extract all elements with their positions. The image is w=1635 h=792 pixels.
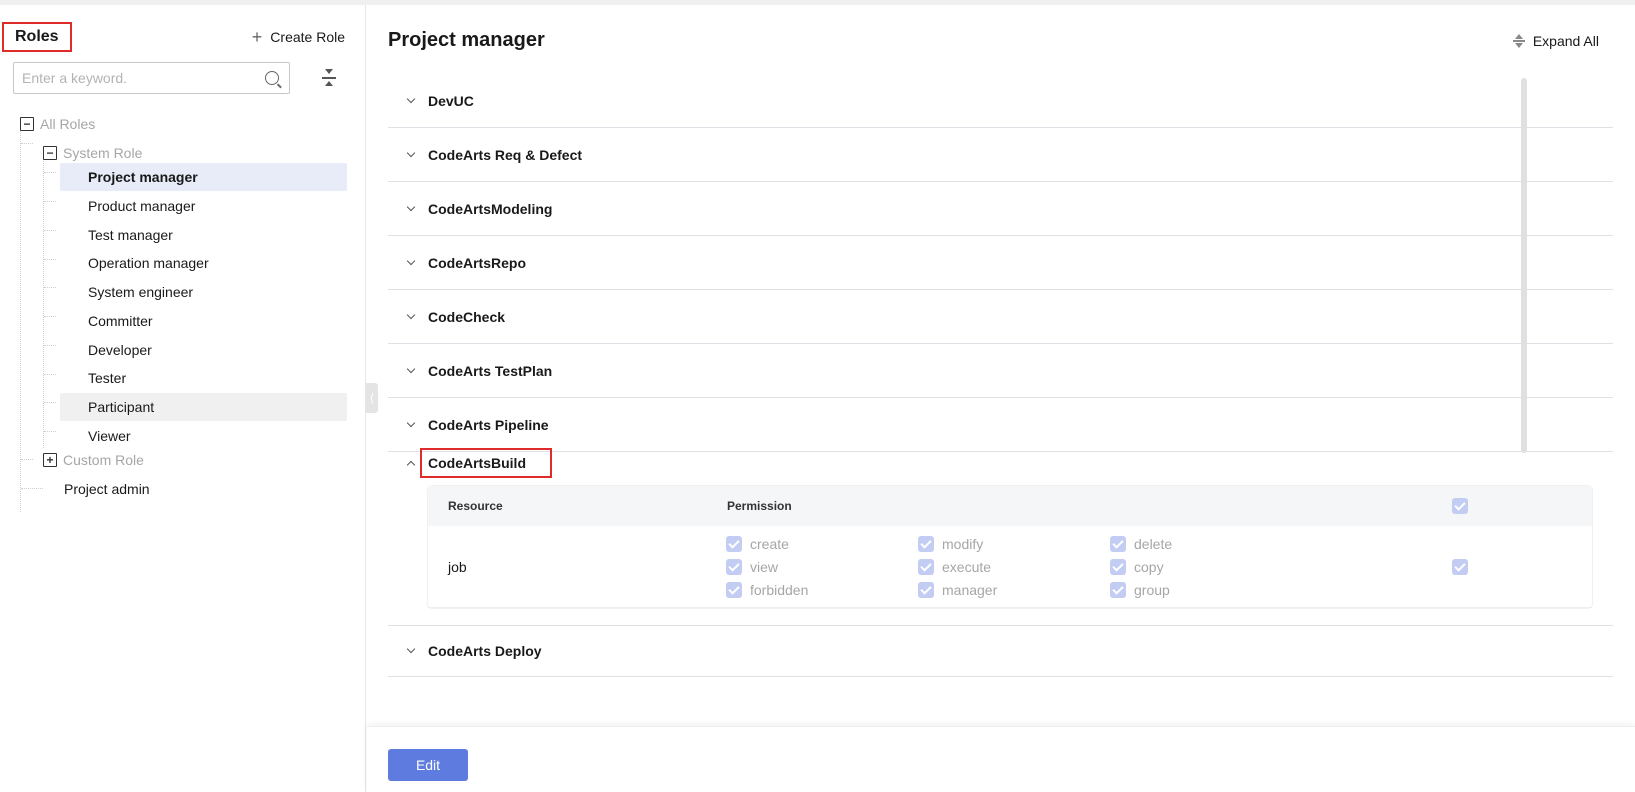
permission-checkbox-delete[interactable]: delete: [1110, 536, 1172, 552]
tree-node-label: Custom Role: [63, 452, 144, 468]
row-select-checkbox[interactable]: [1452, 559, 1476, 575]
chevron-down-icon: [406, 94, 416, 103]
collapse-node-icon[interactable]: −: [43, 146, 57, 160]
section-codeartsmodeling[interactable]: CodeArtsModeling: [388, 182, 1613, 236]
permission-table: Resource Permission job create modify de…: [428, 486, 1592, 608]
create-role-label: Create Role: [270, 29, 345, 45]
tree-line: [21, 488, 43, 489]
section-codearts-testplan[interactable]: CodeArts TestPlan: [388, 344, 1613, 398]
tree-line: [21, 143, 33, 144]
column-permission: Permission: [727, 499, 792, 513]
expand-node-icon[interactable]: +: [43, 453, 57, 467]
role-item-system-engineer[interactable]: System engineer: [60, 278, 347, 306]
search-input[interactable]: [22, 70, 262, 86]
section-title: CodeArtsRepo: [428, 254, 527, 271]
tree-line: [20, 128, 21, 512]
select-all-checkbox[interactable]: [1452, 498, 1476, 514]
search-box: [13, 62, 290, 94]
section-title: CodeArts TestPlan: [428, 362, 553, 379]
section-devuc[interactable]: DevUC: [388, 74, 1613, 128]
permission-checkbox-create[interactable]: create: [726, 536, 789, 552]
table-row: job create modify delete view execute co…: [428, 526, 1592, 608]
tree-line: [44, 172, 56, 173]
table-header: Resource Permission: [428, 486, 1592, 526]
chevron-down-icon: [406, 310, 416, 319]
tree-line: [44, 201, 56, 202]
chevron-down-icon: [406, 148, 416, 157]
role-item-product-manager[interactable]: Product manager: [60, 192, 347, 220]
tree-node-label: All Roles: [40, 116, 96, 132]
section-codeartsbuild[interactable]: CodeArtsBuild: [388, 448, 1613, 478]
section-title: CodeArtsBuild: [420, 448, 552, 478]
role-item-tester[interactable]: Tester: [60, 364, 347, 392]
tree-node-all-roles[interactable]: − All Roles: [20, 109, 95, 139]
tree-line: [44, 259, 56, 260]
chevron-down-icon: [406, 644, 416, 654]
role-item-committer[interactable]: Committer: [60, 307, 347, 335]
tree-line: [44, 374, 56, 375]
permissions-panel: Project manager Expand All DevUC CodeArt…: [367, 5, 1635, 792]
permission-checkbox-forbidden[interactable]: forbidden: [726, 582, 808, 598]
permission-checkbox-manager[interactable]: manager: [918, 582, 997, 598]
roles-title: Roles: [2, 22, 72, 52]
role-item-project-admin[interactable]: Project admin: [64, 474, 150, 504]
section-codearts-req-defect[interactable]: CodeArts Req & Defect: [388, 128, 1613, 182]
resource-name: job: [448, 559, 467, 575]
section-title: CodeArtsModeling: [428, 200, 553, 217]
page-title: Project manager: [388, 29, 545, 51]
plus-icon: +: [251, 27, 263, 47]
role-item-operation-manager[interactable]: Operation manager: [60, 249, 347, 277]
section-title: DevUC: [428, 92, 474, 109]
section-codecheck[interactable]: CodeCheck: [388, 290, 1613, 344]
tree-node-custom-role[interactable]: + Custom Role: [43, 445, 144, 475]
tree-node-label: Project admin: [64, 481, 150, 497]
chevron-down-icon: [406, 256, 416, 265]
role-item-test-manager[interactable]: Test manager: [60, 221, 347, 249]
section-title: CodeArts Deploy: [428, 643, 542, 659]
collapse-tree-icon[interactable]: [320, 69, 338, 87]
search-icon[interactable]: [265, 71, 279, 85]
permission-checkbox-view[interactable]: view: [726, 559, 778, 575]
chevron-down-icon: [406, 364, 416, 373]
expand-all-button[interactable]: Expand All: [1512, 33, 1599, 49]
permission-checkbox-modify[interactable]: modify: [918, 536, 983, 552]
section-codeartsrepo[interactable]: CodeArtsRepo: [388, 236, 1613, 290]
permission-checkbox-copy[interactable]: copy: [1110, 559, 1164, 575]
tree-node-label: System Role: [63, 145, 143, 161]
footer-bar: Edit: [367, 726, 1635, 792]
tree-line: [44, 230, 56, 231]
tree-line: [44, 345, 56, 346]
role-item-participant[interactable]: Participant: [60, 393, 347, 421]
tree-line: [21, 459, 33, 460]
section-codearts-pipeline[interactable]: CodeArts Pipeline: [388, 398, 1613, 452]
column-resource: Resource: [448, 499, 503, 513]
edit-button[interactable]: Edit: [388, 749, 468, 781]
chevron-down-icon: [406, 202, 416, 211]
role-item-developer[interactable]: Developer: [60, 336, 347, 364]
tree-line: [44, 316, 56, 317]
section-title: CodeCheck: [428, 308, 506, 325]
chevron-up-icon: [406, 460, 416, 470]
section-title: CodeArts Req & Defect: [428, 146, 583, 163]
section-title: CodeArts Pipeline: [428, 416, 549, 433]
roles-panel: Roles + Create Role − All Roles −: [0, 5, 366, 792]
expand-all-label: Expand All: [1532, 33, 1599, 49]
expand-all-icon: [1512, 34, 1525, 48]
vertical-scrollbar[interactable]: [1521, 78, 1527, 453]
section-codearts-deploy[interactable]: CodeArts Deploy: [388, 625, 1613, 677]
permission-checkbox-group[interactable]: group: [1110, 582, 1170, 598]
tree-line: [44, 431, 56, 432]
collapse-node-icon[interactable]: −: [20, 117, 34, 131]
tree-line: [44, 402, 56, 403]
tree-line: [44, 287, 56, 288]
chevron-down-icon: [406, 418, 416, 427]
role-item-project-manager[interactable]: Project manager: [60, 163, 347, 191]
create-role-button[interactable]: + Create Role: [251, 27, 345, 47]
permission-checkbox-execute[interactable]: execute: [918, 559, 991, 575]
